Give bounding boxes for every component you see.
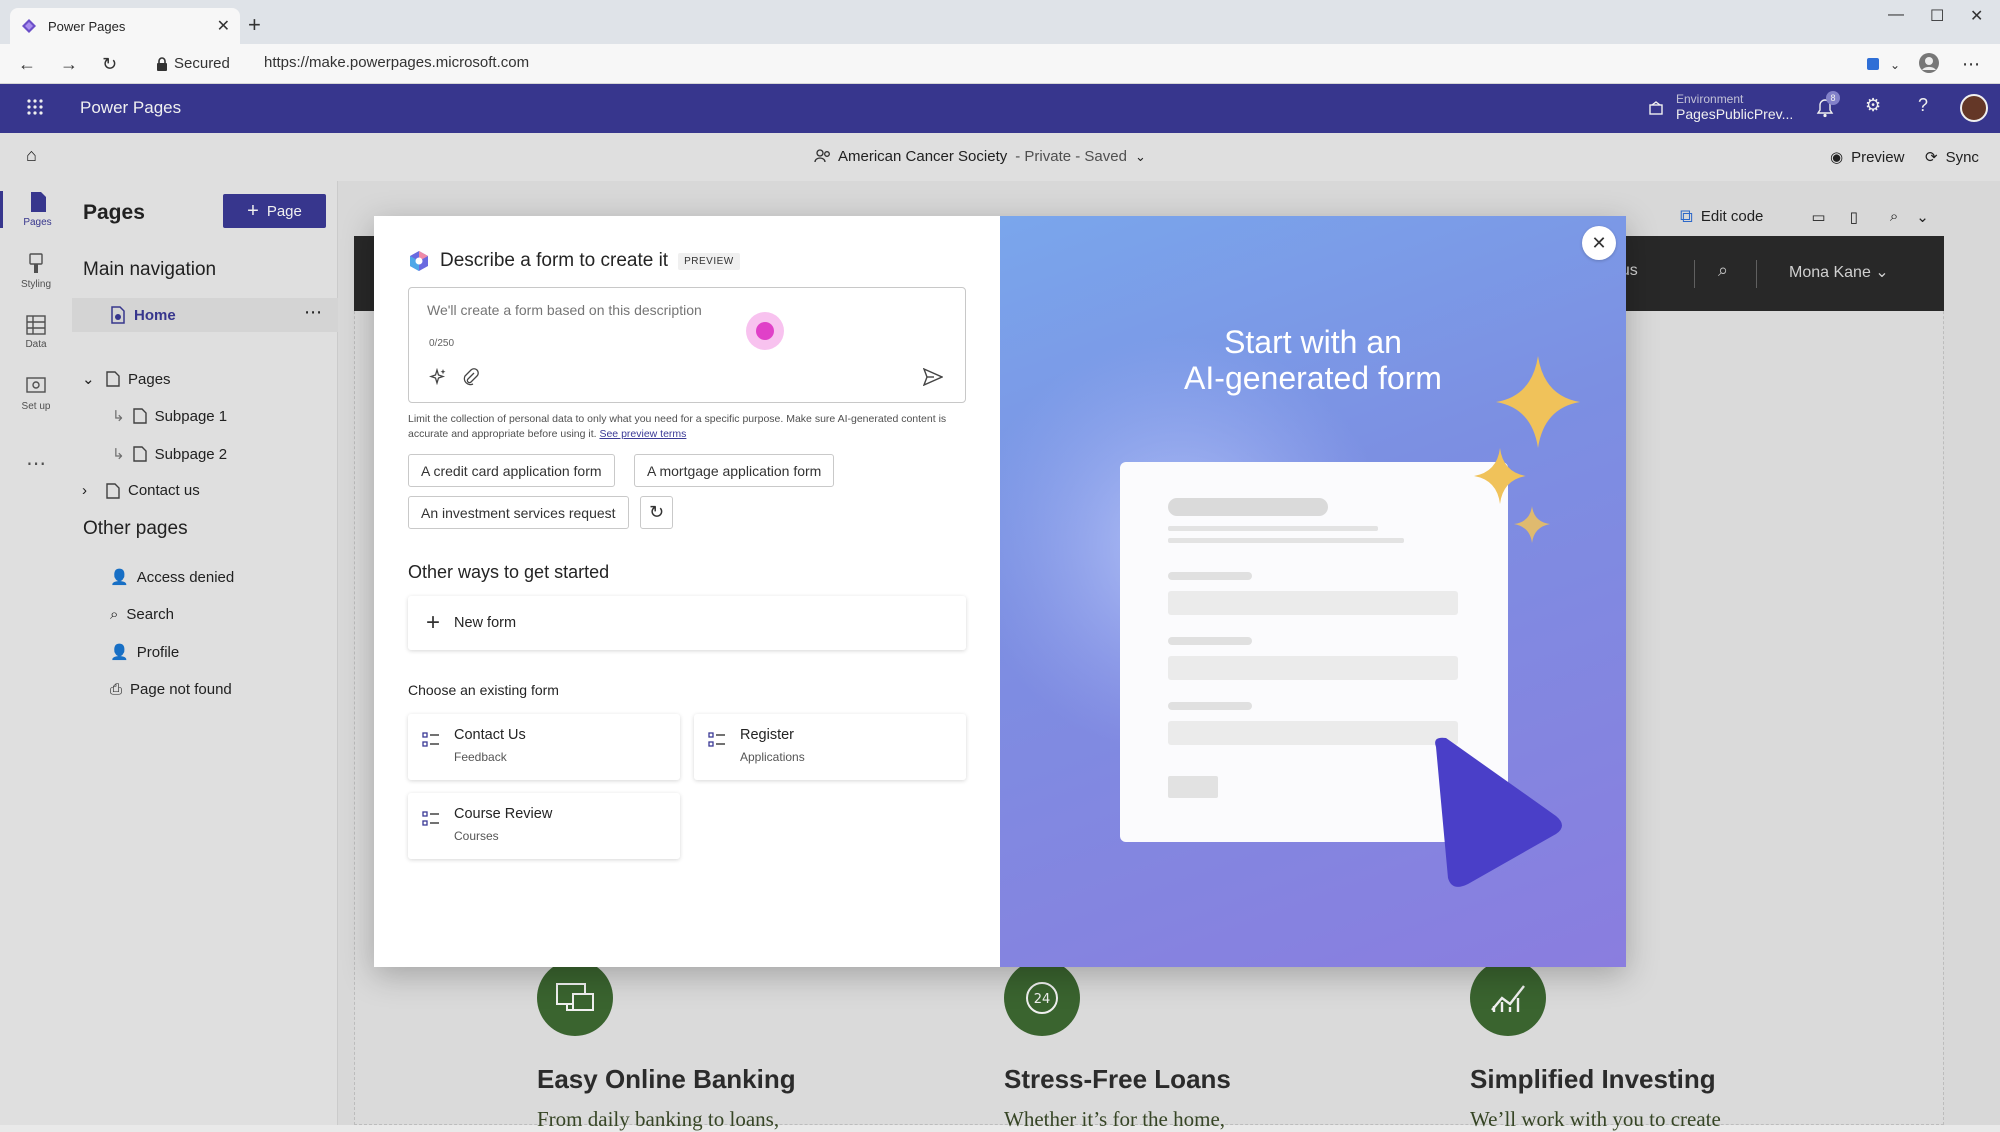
- secured-label: Secured: [174, 55, 230, 72]
- sparkle-icon[interactable]: [429, 368, 447, 386]
- back-icon[interactable]: ←: [18, 54, 36, 75]
- create-form-dialog: Describe a form to create it PREVIEW 0/2…: [374, 216, 1626, 967]
- other-ways-title: Other ways to get started: [408, 562, 610, 582]
- suggestion-chip[interactable]: An investment services request: [408, 496, 629, 529]
- new-form-button[interactable]: + New form: [408, 596, 966, 650]
- profile-icon[interactable]: [1918, 52, 1940, 74]
- dialog-left-pane: Describe a form to create it PREVIEW 0/2…: [374, 216, 1000, 967]
- form-name: Contact Us: [454, 727, 526, 743]
- form-description-input[interactable]: [427, 302, 907, 318]
- lock-icon: [157, 56, 167, 71]
- form-table: Courses: [454, 829, 499, 843]
- existing-form-card[interactable]: Register Applications: [694, 714, 966, 780]
- maximize-icon[interactable]: ☐: [1930, 6, 1944, 26]
- new-tab-button[interactable]: +: [248, 12, 261, 38]
- more-icon[interactable]: ⋯: [1962, 54, 1980, 75]
- send-icon[interactable]: [923, 368, 943, 386]
- power-pages-icon: [22, 19, 36, 33]
- refresh-suggestions-button[interactable]: ↻: [640, 496, 673, 529]
- existing-form-card[interactable]: Course Review Courses: [408, 793, 680, 859]
- form-table: Feedback: [454, 750, 507, 764]
- refresh-icon[interactable]: ↻: [102, 54, 117, 75]
- close-dialog-button[interactable]: ✕: [1582, 226, 1616, 260]
- choose-existing-title: Choose an existing form: [408, 682, 559, 698]
- close-window-icon[interactable]: ✕: [1970, 6, 1983, 26]
- suggestion-chip[interactable]: A credit card application form: [408, 454, 615, 487]
- browser-tab[interactable]: Power Pages ✕: [10, 8, 240, 44]
- preview-terms-link[interactable]: See preview terms: [599, 428, 686, 440]
- browser-tab-title: Power Pages: [48, 18, 126, 34]
- extension-icon[interactable]: [1866, 55, 1882, 71]
- attach-icon[interactable]: [463, 368, 479, 386]
- form-description-box[interactable]: 0/250: [408, 287, 966, 403]
- forward-icon[interactable]: →: [60, 54, 78, 75]
- pointer-indicator: [746, 312, 784, 350]
- close-tab-icon[interactable]: ✕: [217, 16, 230, 36]
- character-count: 0/250: [429, 338, 455, 349]
- address-bar: ← → ↻ Secured https://make.powerpages.mi…: [0, 44, 2000, 84]
- hero-title: Start with an AI-generated form: [1000, 324, 1626, 396]
- form-name: Course Review: [454, 806, 553, 822]
- preview-badge: PREVIEW: [678, 252, 740, 270]
- browser-tab-strip: Power Pages ✕ + — ☐ ✕: [0, 0, 2000, 44]
- sparkle-small: [1514, 506, 1550, 543]
- chevron-down-icon[interactable]: ⌄: [1890, 58, 1900, 72]
- copilot-icon: [410, 251, 428, 271]
- url-field[interactable]: https://make.powerpages.microsoft.com: [264, 54, 1854, 76]
- form-list-icon: [422, 811, 439, 826]
- ai-disclaimer: Limit the collection of personal data to…: [408, 412, 968, 442]
- form-list-icon: [708, 732, 725, 747]
- existing-form-card[interactable]: Contact Us Feedback: [408, 714, 680, 780]
- form-list-icon: [422, 732, 439, 747]
- plus-icon: +: [426, 609, 441, 636]
- form-table: Applications: [740, 750, 805, 764]
- minimize-icon[interactable]: —: [1888, 6, 1904, 24]
- dialog-header: Describe a form to create it PREVIEW: [408, 250, 740, 272]
- secured-indicator[interactable]: Secured: [156, 55, 230, 72]
- dialog-title: Describe a form to create it: [440, 250, 669, 271]
- new-form-label: New form: [454, 615, 517, 631]
- close-icon: ✕: [1591, 232, 1607, 253]
- hero-title-line-1: Start with an: [1224, 324, 1402, 360]
- refresh-icon: ↻: [648, 502, 665, 522]
- suggestion-chip[interactable]: A mortgage application form: [634, 454, 835, 487]
- dialog-hero-pane: Start with an AI-generated form ✕: [1000, 216, 1626, 967]
- hero-title-line-2: AI-generated form: [1184, 360, 1442, 396]
- form-name: Register: [740, 727, 794, 743]
